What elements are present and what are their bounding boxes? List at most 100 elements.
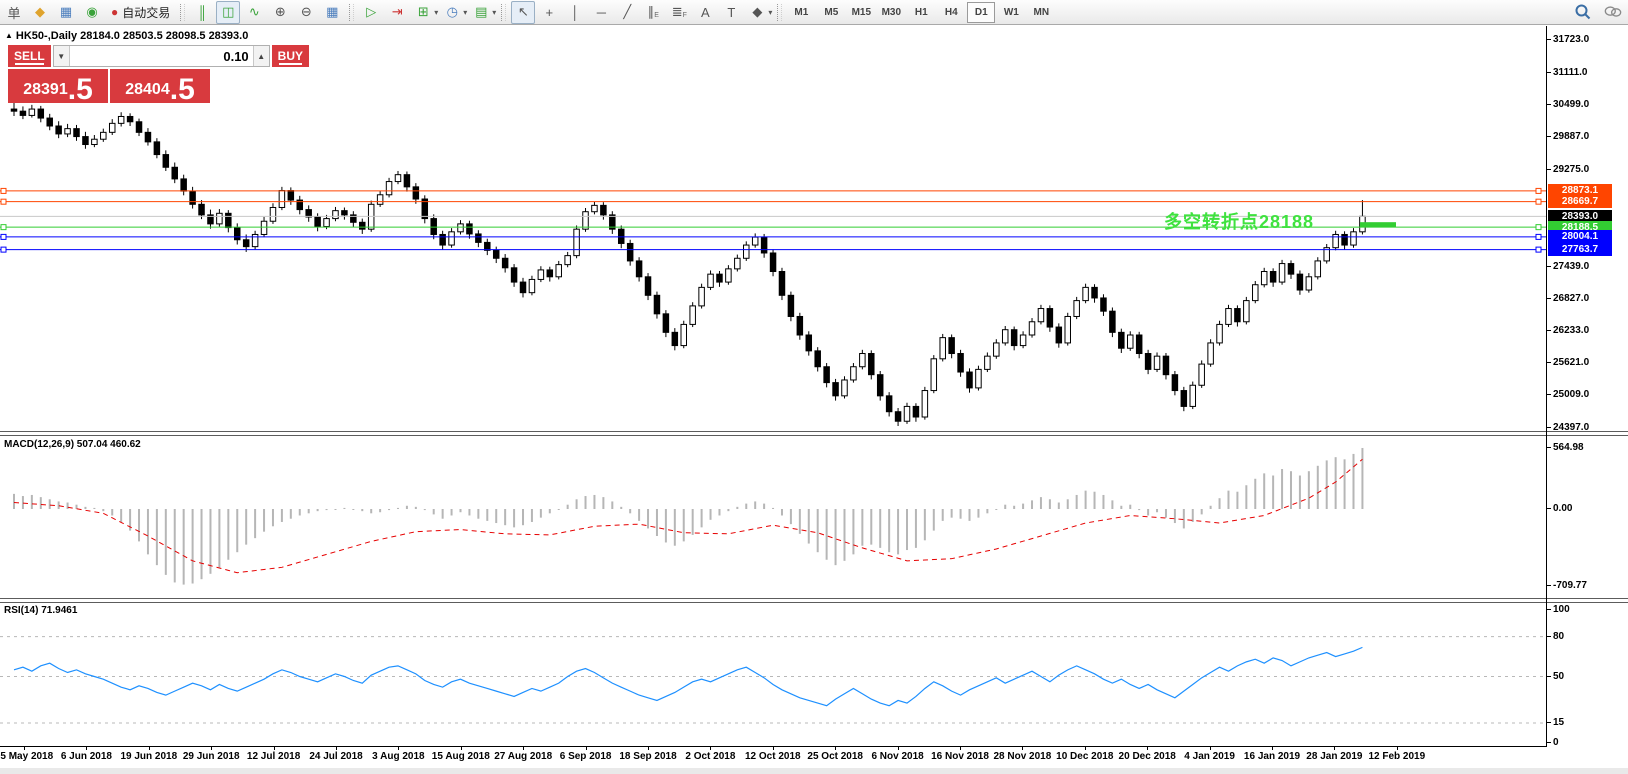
level-line-28004.1[interactable] xyxy=(0,233,1546,240)
date-tick-label: 6 Jun 2018 xyxy=(60,751,112,762)
date-tick-label: 3 Aug 2018 xyxy=(372,751,425,762)
price-tick-label: 24397.0 xyxy=(1545,421,1590,433)
date-tick-mark xyxy=(1272,747,1273,750)
candlestick-chart[interactable] xyxy=(0,26,1546,431)
date-tick-mark xyxy=(710,747,712,750)
channel-tool-icon[interactable]: ∥ E xyxy=(641,1,665,24)
date-tick-mark xyxy=(273,747,275,750)
new-order-button[interactable]: 单 xyxy=(2,1,26,24)
indicators-dropdown-icon[interactable]: ▾ xyxy=(434,8,438,17)
templates-icon[interactable]: ▤ xyxy=(469,1,493,24)
date-tick-label: 20 Dec 2018 xyxy=(1118,751,1176,762)
periods-dropdown-icon[interactable]: ▾ xyxy=(463,8,467,17)
tab-timeframe-m5[interactable]: M5 xyxy=(817,2,845,23)
tab-timeframe-d1[interactable]: D1 xyxy=(967,1,996,23)
cursor-tool-icon[interactable]: ↖ xyxy=(511,0,536,24)
macd-indicator-label: MACD(12,26,9) 507.04 460.62 xyxy=(4,439,141,450)
candlestick-chart-icon[interactable]: ◫ xyxy=(216,0,241,24)
profile-icon[interactable]: ◆ xyxy=(28,1,52,24)
signals-icon[interactable]: ◉ xyxy=(80,1,104,24)
autotrading-button[interactable]: ● 自动交易 xyxy=(105,2,176,23)
date-tick-mark xyxy=(648,747,649,750)
templates-dropdown-icon[interactable]: ▾ xyxy=(492,8,496,17)
date-tick-mark xyxy=(835,747,837,750)
horizontal-line-tool-icon[interactable]: ─ xyxy=(589,1,613,24)
expand-marker-icon[interactable]: ▲ xyxy=(5,31,13,40)
volume-decrease-button[interactable]: ▼ xyxy=(53,46,70,66)
date-tick-label: 28 Jan 2019 xyxy=(1306,751,1363,762)
date-tick-mark xyxy=(211,747,213,750)
date-tick-label: 16 Jan 2019 xyxy=(1243,751,1301,762)
date-tick-mark xyxy=(148,747,150,750)
vertical-line-tool-icon[interactable]: │ xyxy=(563,1,587,24)
volume-increase-button[interactable]: ▲ xyxy=(252,46,269,66)
rsi-tick-label: 50 xyxy=(1545,670,1565,682)
toolbar-grip xyxy=(180,3,186,21)
macd-tick-label: 0.00 xyxy=(1545,503,1573,514)
level-line-28188.5[interactable] xyxy=(0,224,1546,231)
window-bottom-strip xyxy=(0,768,1628,774)
zoom-in-icon[interactable]: ⊕ xyxy=(268,1,292,24)
date-tick-mark xyxy=(523,747,525,750)
tab-timeframe-mn[interactable]: MN xyxy=(1027,2,1055,23)
date-tick-label: 6 Sep 2018 xyxy=(559,751,612,762)
trend-segment[interactable] xyxy=(1360,222,1396,228)
date-tick-label: 19 Jun 2018 xyxy=(120,751,178,762)
macd-tick-label: -709.77 xyxy=(1546,579,1587,591)
tab-timeframe-h4[interactable]: H4 xyxy=(937,2,965,23)
chart-window-icon[interactable]: ▦ xyxy=(54,1,78,24)
buy-button[interactable]: BUY xyxy=(271,45,310,67)
date-tick-label: 25 May 2018 xyxy=(0,751,54,762)
periods-clock-icon[interactable]: ◷ xyxy=(440,1,464,24)
text-tool-icon[interactable]: A xyxy=(693,1,717,24)
volume-stepper: ▼ ▲ xyxy=(52,45,270,67)
tab-timeframe-m30[interactable]: M30 xyxy=(877,2,905,23)
chart-text-annotation[interactable]: 多空转折点28188 xyxy=(1164,208,1314,234)
sell-price-display[interactable]: 28391.5 xyxy=(8,69,108,105)
date-tick-label: 28 Nov 2018 xyxy=(993,751,1052,762)
zoom-out-icon[interactable]: ⊖ xyxy=(294,1,318,24)
macd-tick-label: 564.98 xyxy=(1546,441,1584,453)
price-level-box: 28669.7 xyxy=(1548,195,1612,209)
tab-timeframe-w1[interactable]: W1 xyxy=(997,2,1025,23)
trendline-tool-icon[interactable]: ╱ xyxy=(615,1,639,24)
price-tick-label: 31723.0 xyxy=(1545,34,1590,46)
date-tick-mark xyxy=(1022,747,1024,750)
arrows-dropdown-icon[interactable]: ▾ xyxy=(768,8,772,17)
date-tick-mark xyxy=(86,747,88,750)
arrows-tool-icon[interactable]: ◆ xyxy=(745,1,769,24)
autotrading-icon: ● xyxy=(111,5,119,19)
price-tick-label: 26827.0 xyxy=(1545,293,1590,305)
indicators-icon[interactable]: ⊞ xyxy=(411,1,435,24)
rsi-tick-label: 15 xyxy=(1545,717,1565,729)
text-label-tool-icon[interactable]: T xyxy=(719,1,743,24)
date-tick-mark xyxy=(585,747,587,750)
date-tick-mark xyxy=(1084,747,1086,750)
level-line-28873.1[interactable] xyxy=(0,187,1546,194)
date-tick-mark xyxy=(1147,747,1149,750)
toolbar-grip xyxy=(777,3,783,21)
fibonacci-tool-icon[interactable]: ≣ F xyxy=(667,1,691,24)
chart-shift-icon[interactable]: ⇥ xyxy=(385,1,409,24)
auto-scroll-icon[interactable]: ▷ xyxy=(359,1,383,24)
price-tick-label: 27439.0 xyxy=(1545,260,1590,272)
date-tick-label: 10 Dec 2018 xyxy=(1056,751,1114,762)
crosshair-tool-icon[interactable]: + xyxy=(537,1,561,24)
tab-timeframe-m1[interactable]: M1 xyxy=(787,2,815,23)
main-toolbar: 单 ◆ ▦ ◉ ● 自动交易 ║ ◫ ∿ ⊕ ⊖ ▦ ▷ ⇥ ⊞ ▾ ◷ ▾ ▤… xyxy=(0,0,1628,25)
date-tick-mark xyxy=(24,747,25,750)
buy-price-display[interactable]: 28404.5 xyxy=(110,69,210,105)
tab-timeframe-h1[interactable]: H1 xyxy=(907,2,935,23)
date-tick-label: 6 Nov 2018 xyxy=(871,751,924,762)
tile-windows-icon[interactable]: ▦ xyxy=(320,1,344,24)
date-axis[interactable]: 25 May 2018 6 Jun 2018 19 Jun 2018 29 Jun 2… xyxy=(0,747,1546,767)
volume-input[interactable] xyxy=(69,46,253,66)
sell-button[interactable]: SELL xyxy=(8,45,51,67)
date-tick-label: 29 Jun 2018 xyxy=(182,751,240,762)
line-chart-icon[interactable]: ∿ xyxy=(242,1,266,24)
level-line-28669.7[interactable] xyxy=(0,198,1546,205)
tab-timeframe-m15[interactable]: M15 xyxy=(847,2,875,23)
date-tick-label: 16 Nov 2018 xyxy=(931,751,989,762)
date-tick-mark xyxy=(1396,747,1398,750)
bar-chart-icon[interactable]: ║ xyxy=(190,1,214,24)
